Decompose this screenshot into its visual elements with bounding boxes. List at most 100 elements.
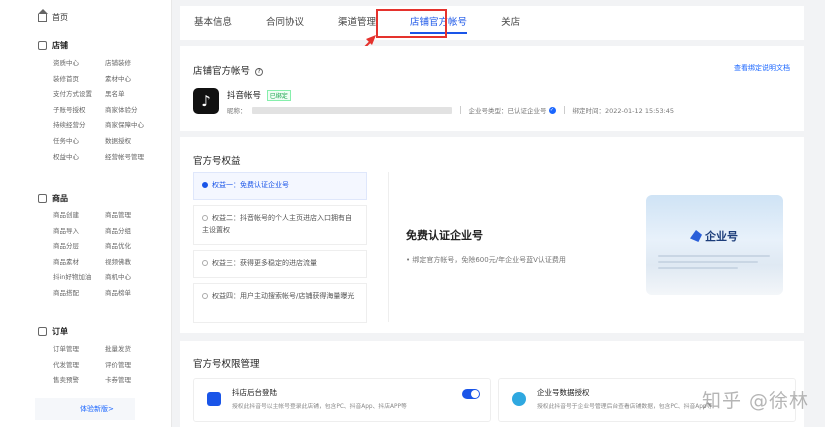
divider xyxy=(563,106,565,114)
sidebar-item[interactable]: 商品素材 xyxy=(53,257,105,267)
tab-contract[interactable]: 合同协议 xyxy=(266,6,304,40)
official-account-panel: 店铺官方帐号 ? 查看绑定说明文档 ♪ 抖音帐号 已绑定 昵称： 企业号类型：已… xyxy=(180,46,804,131)
permission-card-login: 抖店后台登陆 授权此抖音号以主帐号登录此店铺，包含PC、抖音App、抖店APP等 xyxy=(193,378,491,422)
sidebar-item[interactable]: 卡券管理 xyxy=(105,375,163,385)
sidebar-item[interactable]: 售卖预警 xyxy=(53,375,105,385)
douyin-logo-icon: ♪ xyxy=(193,88,219,114)
rights-panel: 官方号权益 权益一：免费认证企业号 权益二：抖音帐号的个人主页进店入口拥有自主设… xyxy=(180,137,804,333)
login-toggle[interactable] xyxy=(462,389,480,399)
sidebar-item[interactable]: 商品分组 xyxy=(105,226,163,236)
sidebar-item[interactable]: 支付方式设置 xyxy=(53,89,105,99)
permission-name: 企业号数据授权 xyxy=(537,388,590,397)
sidebar: 首页 店铺 资质中心 店铺装修 装修首页 素材中心 支付方式设置 黑名单 子账号授权 商家体验… xyxy=(0,0,172,427)
radio-icon xyxy=(202,260,208,266)
right-detail-desc: • 绑定官方帐号，免除600元/年企业号蓝V认证费用 xyxy=(406,256,566,264)
promo-text-line xyxy=(658,255,770,257)
sidebar-item[interactable]: 黑名单 xyxy=(105,89,163,99)
tab-basic-info[interactable]: 基本信息 xyxy=(194,6,232,40)
sidebar-item[interactable]: 持续经营分 xyxy=(53,120,105,130)
watermark: 知乎 @徐林 xyxy=(701,390,809,412)
sidebar-item[interactable]: 商品创建 xyxy=(53,210,105,220)
account-title: 店铺官方帐号 xyxy=(193,66,251,77)
enterprise-logo-text: 企业号 xyxy=(705,230,738,243)
sidebar-item[interactable]: 商家保障中心 xyxy=(105,120,163,130)
sidebar-item[interactable]: 店铺装修 xyxy=(105,58,163,68)
enterprise-data-icon xyxy=(512,392,526,406)
promo-text-line xyxy=(658,267,738,269)
orders-submenu: 订单管理 批量发货 代发管理 评价管理 售卖预警 卡券管理 xyxy=(53,344,163,385)
radio-icon xyxy=(202,215,208,221)
section-orders-label: 订单 xyxy=(52,327,68,336)
account-name-row: 抖音帐号 已绑定 xyxy=(227,89,291,101)
right-item-label: 权益四：用户主动搜索帐号/店铺获得海量曝光 xyxy=(212,292,355,300)
section-goods[interactable]: 商品 xyxy=(38,193,68,204)
enterprise-logo: 企业号 xyxy=(690,228,738,244)
right-item-label: 权益一：免费认证企业号 xyxy=(212,181,289,189)
permission-name: 抖店后台登陆 xyxy=(232,388,277,397)
sidebar-item[interactable]: 评价管理 xyxy=(105,360,163,370)
right-item-1[interactable]: 权益一：免费认证企业号 xyxy=(193,172,367,200)
sidebar-item[interactable]: 商品管理 xyxy=(105,210,163,220)
enterprise-promo-image: 企业号 xyxy=(646,195,783,295)
right-item-2[interactable]: 权益二：抖音帐号的个人主页进店入口拥有自主设置权 xyxy=(193,205,367,245)
verified-icon: ✓ xyxy=(548,106,556,114)
binding-doc-link[interactable]: 查看绑定说明文档 xyxy=(734,63,790,73)
sidebar-item[interactable]: 商家体验分 xyxy=(105,105,163,115)
permissions-panel: 官方号权限管理 抖店后台登陆 授权此抖音号以主帐号登录此店铺，包含PC、抖音Ap… xyxy=(180,341,804,427)
right-item-3[interactable]: 权益三：获得更多稳定的进店流量 xyxy=(193,250,367,278)
sidebar-item[interactable]: 商品优化 xyxy=(105,241,163,251)
sidebar-item[interactable]: 数据授权 xyxy=(105,136,163,146)
nickname-redacted xyxy=(251,106,452,114)
right-item-label: 权益二：抖音帐号的个人主页进店入口拥有自主设置权 xyxy=(202,214,352,234)
permissions-title: 官方号权限管理 xyxy=(193,359,260,370)
right-item-4[interactable]: 权益四：用户主动搜索帐号/店铺获得海量曝光 xyxy=(193,283,367,323)
sidebar-item[interactable]: 代发管理 xyxy=(53,360,105,370)
sidebar-item[interactable]: 视频佛教 xyxy=(105,257,163,267)
section-store[interactable]: 店铺 xyxy=(38,40,68,51)
nav-home[interactable]: 首页 xyxy=(38,8,68,23)
sidebar-item[interactable]: 经营帐号管理 xyxy=(105,152,163,162)
help-icon[interactable]: ? xyxy=(255,67,264,76)
sidebar-item[interactable]: 素材中心 xyxy=(105,74,163,84)
sidebar-item[interactable]: 订单管理 xyxy=(53,344,105,354)
sidebar-item[interactable]: 商品搭配 xyxy=(53,288,105,298)
store-icon xyxy=(38,41,47,50)
sidebar-item[interactable]: 商机中心 xyxy=(105,272,163,282)
permission-desc: 授权此抖音号于企业号管理后台查看店铺数据，包含PC、抖音App等 xyxy=(537,404,713,410)
sidebar-item[interactable]: 批量发货 xyxy=(105,344,163,354)
divider xyxy=(388,172,389,322)
account-type: 企业号类型：已认证企业号 xyxy=(468,107,547,115)
section-orders[interactable]: 订单 xyxy=(38,326,68,337)
radio-icon xyxy=(202,182,208,188)
nickname-label: 昵称： xyxy=(227,107,247,115)
right-item-label: 权益三：获得更多稳定的进店流量 xyxy=(212,259,317,267)
tab-close-store[interactable]: 关店 xyxy=(501,6,520,40)
bound-badge: 已绑定 xyxy=(266,90,291,101)
section-store-label: 店铺 xyxy=(52,41,68,50)
sidebar-item[interactable]: 抖in好物加油 xyxy=(53,272,105,282)
sidebar-item[interactable]: 权益中心 xyxy=(53,152,105,162)
sidebar-item[interactable]: 子账号授权 xyxy=(53,105,105,115)
sidebar-item[interactable]: 商品分层 xyxy=(53,241,105,251)
sidebar-item[interactable]: 任务中心 xyxy=(53,136,105,146)
tab-bar: 基本信息 合同协议 渠道管理 店铺官方帐号 关店 xyxy=(180,6,804,40)
promo-text-line xyxy=(658,261,758,263)
nav-home-label: 首页 xyxy=(52,13,68,22)
store-submenu: 资质中心 店铺装修 装修首页 素材中心 支付方式设置 黑名单 子账号授权 商家体验分 持续经营分… xyxy=(53,58,163,162)
rights-title: 官方号权益 xyxy=(193,156,241,167)
right-detail-title: 免费认证企业号 xyxy=(406,229,483,242)
sidebar-item[interactable]: 商品导入 xyxy=(53,226,105,236)
panel-title: 店铺官方帐号 ? xyxy=(193,63,264,77)
trial-new-version-link[interactable]: 体验新版> xyxy=(80,404,114,414)
store-login-icon xyxy=(207,392,221,406)
radio-icon xyxy=(202,293,208,299)
section-goods-label: 商品 xyxy=(52,194,68,203)
home-icon xyxy=(38,8,48,22)
highlight-box xyxy=(376,9,447,38)
sidebar-item[interactable]: 资质中心 xyxy=(53,58,105,68)
sidebar-item[interactable]: 商品榜单 xyxy=(105,288,163,298)
goods-submenu: 商品创建 商品管理 商品导入 商品分组 商品分层 商品优化 商品素材 视频佛教 抖in好物加油商… xyxy=(53,210,163,298)
goods-icon xyxy=(38,194,47,203)
account-meta-row: 昵称： 企业号类型：已认证企业号 ✓ 绑定时间：2022-01-12 15:53… xyxy=(227,105,674,115)
sidebar-item[interactable]: 装修首页 xyxy=(53,74,105,84)
